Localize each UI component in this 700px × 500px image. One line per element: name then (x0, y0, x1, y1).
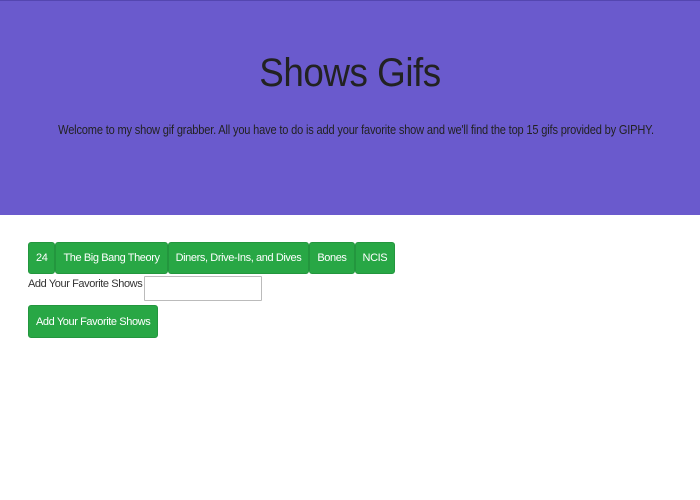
show-button-bones[interactable]: Bones (309, 242, 355, 274)
add-show-input[interactable] (144, 275, 263, 301)
page-title: Shows Gifs (259, 51, 441, 95)
jumbotron-header: Shows Gifs Welcome to my show gif grabbe… (0, 0, 700, 215)
add-show-label: Add Your Favorite Shows (28, 278, 143, 290)
add-show-form: Add Your Favorite Shows (28, 275, 263, 301)
welcome-text: Welcome to my show gif grabber. All you … (58, 122, 654, 137)
show-button-ncis[interactable]: NCIS (354, 242, 396, 274)
show-buttons-group: 24 The Big Bang Theory Diners, Drive-Ins… (28, 242, 396, 274)
show-button-diners-drive-ins-dives[interactable]: Diners, Drive-Ins, and Dives (167, 242, 310, 274)
add-show-submit-button[interactable]: Add Your Favorite Shows (28, 305, 159, 338)
show-button-big-bang-theory[interactable]: The Big Bang Theory (55, 242, 168, 274)
show-button-24[interactable]: 24 (28, 242, 56, 274)
